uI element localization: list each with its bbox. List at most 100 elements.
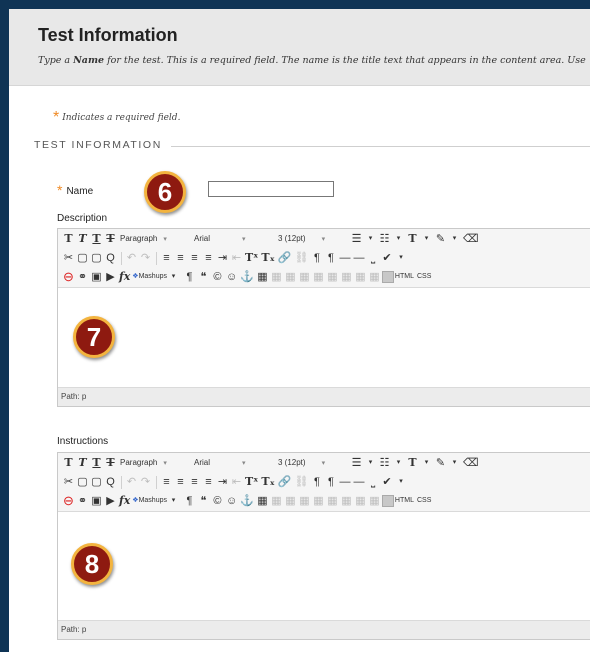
anchor-icon[interactable]: ⚓ (239, 493, 255, 509)
table-insert-row-icon[interactable]: ▦ (340, 269, 353, 285)
find-icon[interactable]: Q (104, 250, 117, 266)
bullet-list-icon[interactable]: ☰ (350, 231, 363, 247)
table-props-icon[interactable]: ▦ (368, 269, 381, 285)
bullet-list-icon[interactable]: ☰ (350, 455, 363, 471)
copyright-icon[interactable]: © (211, 493, 224, 509)
link-icon[interactable]: 🔗 (277, 250, 293, 266)
html-button[interactable]: HTML (394, 269, 415, 285)
rtl-icon[interactable]: ¶ (325, 474, 338, 490)
instructions-text-area[interactable] (58, 512, 590, 620)
superscript-icon[interactable]: Tˣ (244, 250, 259, 266)
chevron-down-icon[interactable]: ▾ (392, 455, 405, 471)
copy-icon[interactable]: ▢ (76, 250, 89, 266)
spellcheck-icon[interactable]: ✔ (381, 250, 394, 266)
horizontal-line-icon[interactable]: — (353, 250, 366, 266)
table-cell-icon[interactable]: ▦ (284, 493, 297, 509)
table-split-icon[interactable]: ▦ (312, 493, 325, 509)
align-center-icon[interactable]: ≡ (174, 474, 187, 490)
table-merge-icon[interactable]: ▦ (298, 493, 311, 509)
emoticon-icon[interactable]: ☺ (225, 493, 238, 509)
align-right-icon[interactable]: ≡ (188, 250, 201, 266)
undo-icon[interactable]: ↶ (125, 250, 138, 266)
insert-image-icon[interactable]: ▣ (90, 269, 103, 285)
text-color-icon[interactable]: T (406, 231, 419, 247)
table-row-icon[interactable]: ▦ (270, 269, 283, 285)
unlink-icon[interactable]: ⛓ (294, 474, 310, 490)
ltr-icon[interactable]: ¶ (311, 474, 324, 490)
chevron-down-icon[interactable]: ▾ (392, 231, 405, 247)
redo-icon[interactable]: ↷ (139, 474, 152, 490)
align-left-icon[interactable]: ≡ (160, 474, 173, 490)
nonbreaking-space-icon[interactable]: ⎵ (367, 250, 380, 266)
chevron-down-icon[interactable]: ▾ (448, 231, 461, 247)
table-grid-icon[interactable] (381, 271, 394, 283)
html-button[interactable]: HTML (394, 493, 415, 509)
table-delete-icon[interactable]: ▦ (326, 493, 339, 509)
table-row-icon[interactable]: ▦ (270, 493, 283, 509)
strikethrough-button[interactable]: T (104, 231, 117, 247)
math-formula-icon[interactable]: fx (118, 269, 131, 285)
emoticon-icon[interactable]: ☺ (225, 269, 238, 285)
nonbreaking-space-icon[interactable]: ⎵ (367, 474, 380, 490)
eraser-icon[interactable]: ⌫ (462, 231, 480, 247)
align-center-icon[interactable]: ≡ (174, 250, 187, 266)
italic-button[interactable]: T (76, 231, 89, 247)
underline-button[interactable]: T (90, 455, 103, 471)
eraser-icon[interactable]: ⌫ (462, 455, 480, 471)
table-split-icon[interactable]: ▦ (312, 269, 325, 285)
paragraph-mark-icon[interactable]: ¶ (183, 269, 196, 285)
cut-icon[interactable]: ✂ (62, 474, 75, 490)
redo-icon[interactable]: ↷ (139, 250, 152, 266)
rtl-icon[interactable]: ¶ (325, 250, 338, 266)
strikethrough-button[interactable]: T (104, 455, 117, 471)
description-text-area[interactable] (58, 288, 590, 387)
undo-icon[interactable]: ↶ (125, 474, 138, 490)
font-dropdown[interactable]: Arial ▾ (192, 456, 270, 470)
mashups-dropdown[interactable]: ❖Mashups ▾ (132, 493, 181, 509)
horizontal-line-icon[interactable]: — (353, 474, 366, 490)
css-button[interactable]: CSS (416, 269, 432, 285)
unlink-icon[interactable]: ⛓ (294, 250, 310, 266)
outdent-icon[interactable]: ⇤ (230, 474, 243, 490)
format-dropdown[interactable]: Paragraph ▾ (118, 232, 186, 246)
insert-image-icon[interactable]: ▣ (90, 493, 103, 509)
link-icon[interactable]: 🔗 (277, 474, 293, 490)
spellcheck-icon[interactable]: ✔ (381, 474, 394, 490)
highlight-pen-icon[interactable]: ✎ (434, 231, 447, 247)
table-delete-icon[interactable]: ▦ (326, 269, 339, 285)
size-dropdown[interactable]: 3 (12pt) ▾ (276, 232, 344, 246)
superscript-icon[interactable]: Tˣ (244, 474, 259, 490)
attach-file-icon[interactable]: ⚭ (76, 269, 89, 285)
align-right-icon[interactable]: ≡ (188, 474, 201, 490)
outdent-icon[interactable]: ⇤ (230, 250, 243, 266)
chevron-down-icon[interactable]: ▾ (448, 455, 461, 471)
highlight-pen-icon[interactable]: ✎ (434, 455, 447, 471)
bold-button[interactable]: T (62, 231, 75, 247)
horizontal-rule-icon[interactable]: — (339, 474, 352, 490)
subscript-icon[interactable]: Tₓ (260, 474, 275, 490)
record-icon[interactable]: ⊖ (62, 269, 75, 285)
table-cell-icon[interactable]: ▦ (284, 269, 297, 285)
italic-button[interactable]: T (76, 455, 89, 471)
justify-icon[interactable]: ≡ (202, 250, 215, 266)
name-input[interactable] (208, 181, 334, 197)
math-formula-icon[interactable]: fx (118, 493, 131, 509)
table-merge-icon[interactable]: ▦ (298, 269, 311, 285)
font-dropdown[interactable]: Arial ▾ (192, 232, 270, 246)
paste-icon[interactable]: ▢ (90, 250, 103, 266)
indent-icon[interactable]: ⇥ (216, 474, 229, 490)
table-insert-col-icon[interactable]: ▦ (354, 493, 367, 509)
anchor-icon[interactable]: ⚓ (239, 269, 255, 285)
find-icon[interactable]: Q (104, 474, 117, 490)
mashups-dropdown[interactable]: ❖Mashups ▾ (132, 269, 181, 285)
copy-icon[interactable]: ▢ (76, 474, 89, 490)
bold-button[interactable]: T (62, 455, 75, 471)
paste-icon[interactable]: ▢ (90, 474, 103, 490)
insert-table-icon[interactable]: ▦ (256, 493, 269, 509)
quote-icon[interactable]: ❝ (197, 493, 210, 509)
subscript-icon[interactable]: Tₓ (260, 250, 275, 266)
numbered-list-icon[interactable]: ☷ (378, 231, 391, 247)
chevron-down-icon[interactable]: ▾ (395, 474, 408, 490)
underline-button[interactable]: T (90, 231, 103, 247)
format-dropdown[interactable]: Paragraph ▾ (118, 456, 186, 470)
